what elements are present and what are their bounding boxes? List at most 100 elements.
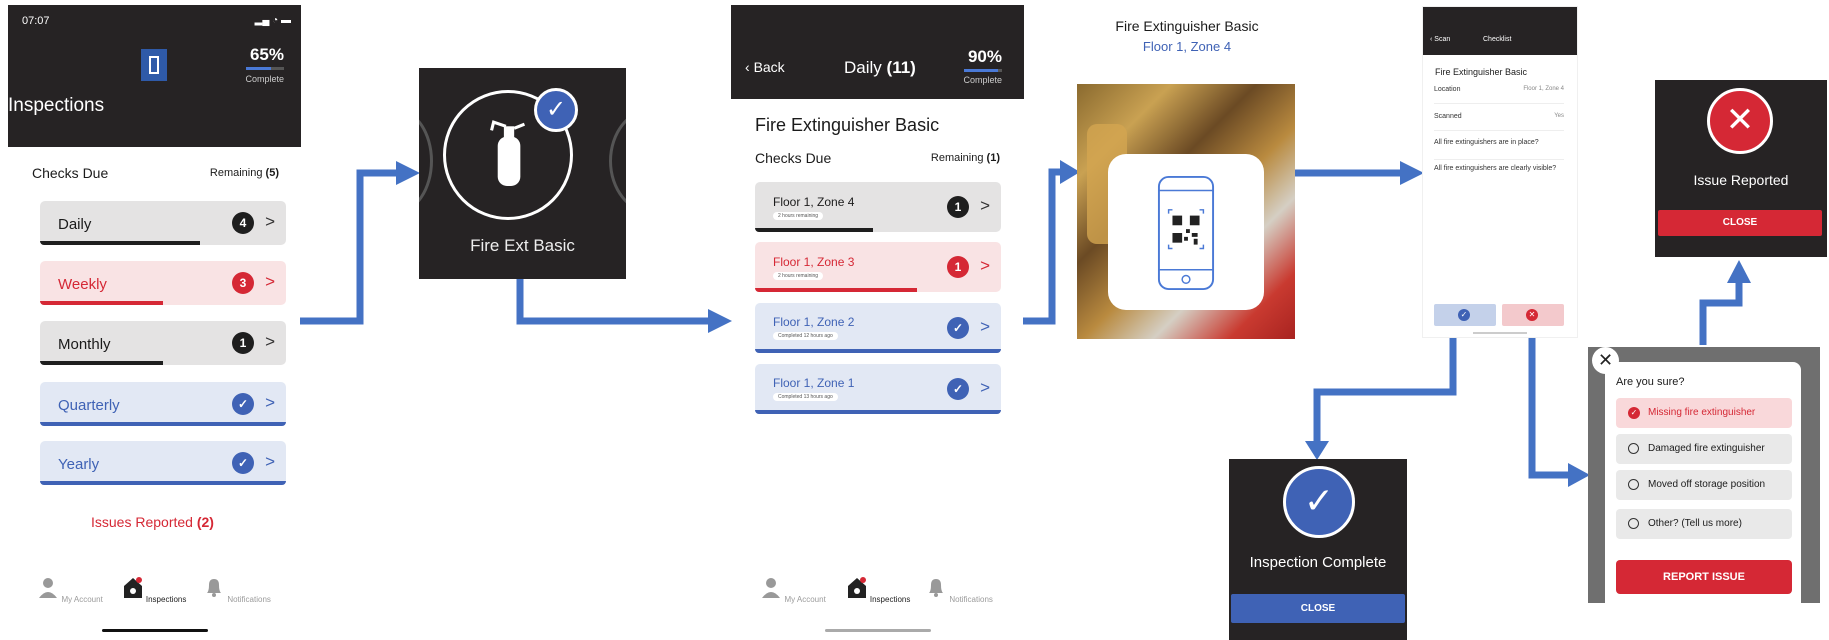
home-indicator — [825, 629, 931, 632]
checklist-title: Fire Extinguisher Basic — [1435, 67, 1528, 77]
progress-bar — [755, 410, 1001, 414]
radio-checked-icon: ✓ — [1628, 407, 1640, 419]
zone-row-3[interactable]: Floor 1, Zone 3 2 hours remaining 1 > — [755, 242, 1001, 292]
chevron-right-icon: > — [980, 256, 990, 275]
radio-icon — [1628, 479, 1639, 490]
checklist-question-1: All fire extinguishers are in place? — [1434, 139, 1564, 160]
sheet-question: Are you sure? — [1616, 376, 1685, 388]
issue-option-moved[interactable]: Moved off storage position — [1616, 470, 1792, 500]
close-button[interactable]: CLOSE — [1231, 594, 1405, 623]
progress-complete-label: Complete — [245, 74, 284, 84]
zone-row-4[interactable]: Floor 1, Zone 4 2 hours remaining 1 > — [755, 182, 1001, 232]
progress-percent: 65% — [249, 45, 284, 64]
pass-button[interactable]: ✓ — [1434, 304, 1496, 326]
progress-bar — [246, 67, 284, 70]
tab-my-account[interactable]: My Account — [758, 576, 828, 604]
check-row-weekly[interactable]: Weekly 3 > — [40, 261, 286, 305]
tab-inspections[interactable]: Inspections — [843, 576, 913, 604]
progress-bar — [755, 228, 874, 232]
next-ring-partial — [609, 108, 626, 214]
progress-bar — [40, 422, 286, 426]
prev-ring-partial — [419, 108, 433, 214]
report-issue-button[interactable]: REPORT ISSUE — [1616, 560, 1792, 594]
page-title: Fire Extinguisher Basic — [755, 115, 940, 135]
screen-fire-ext-card: ✓ Fire Ext Basic — [419, 68, 626, 279]
row-label: Floor 1, Zone 4 — [773, 195, 855, 209]
progress-bar — [755, 288, 918, 292]
check-circle-icon: ✓ — [1283, 466, 1355, 538]
progress-complete-label: Complete — [963, 75, 1002, 85]
check-badge-icon: ✓ — [232, 452, 254, 474]
progress-percent: 90% — [967, 47, 1002, 66]
chevron-right-icon: > — [265, 393, 275, 412]
tab-my-account[interactable]: My Account — [35, 576, 105, 604]
row-subtext: 2 hours remaining — [773, 272, 824, 280]
check-badge-icon: ✓ — [947, 378, 969, 400]
row-label: Yearly — [58, 456, 100, 473]
issue-option-other[interactable]: Other? (Tell us more) — [1616, 509, 1792, 539]
daily-header: ‹ Back Daily (11) 90% Complete — [731, 5, 1024, 99]
close-icon[interactable]: ✕ — [1592, 347, 1619, 374]
page-indicator — [1473, 332, 1527, 334]
card-title: Fire Ext Basic — [470, 236, 575, 255]
inspection-complete-modal: ✓ Inspection Complete CLOSE — [1229, 459, 1407, 640]
row-label: Floor 1, Zone 3 — [773, 255, 855, 269]
back-button[interactable]: ‹ Back — [745, 59, 785, 75]
zone-row-1[interactable]: Floor 1, Zone 1 Completed 13 hours ago ✓… — [755, 364, 1001, 414]
check-badge-icon: ✓ — [947, 317, 969, 339]
check-row-daily[interactable]: Daily 4 > — [40, 201, 286, 245]
row-label: Daily — [58, 216, 92, 233]
radio-icon — [1628, 443, 1639, 454]
header-title: Checklist — [1483, 36, 1512, 43]
status-icons: ▂▄ ◔ ▬ — [254, 15, 291, 26]
issue-option-damaged[interactable]: Damaged fire extinguisher — [1616, 434, 1792, 464]
screen-daily-list: ‹ Back Daily (11) 90% Complete Fire Exti… — [731, 0, 1025, 640]
check-icon: ✓ — [1458, 309, 1470, 321]
chevron-right-icon: > — [265, 452, 275, 471]
modal-title: Inspection Complete — [1249, 554, 1387, 571]
page-title: Inspections — [8, 95, 105, 116]
row-label: Weekly — [58, 276, 107, 293]
question-text: All fire extinguishers are clearly visib… — [1434, 165, 1557, 172]
chevron-right-icon: > — [980, 196, 990, 215]
modal-title: Issue Reported — [1693, 172, 1789, 188]
close-button[interactable]: CLOSE — [1658, 210, 1822, 236]
check-row-quarterly[interactable]: Quarterly ✓ > — [40, 382, 286, 426]
tab-notifications[interactable]: Notifications — [202, 576, 272, 604]
phone-qr-icon — [1157, 175, 1215, 291]
radio-icon — [1628, 518, 1639, 529]
back-button[interactable]: ‹ Scan — [1430, 36, 1450, 43]
option-label: Missing fire extinguisher — [1648, 407, 1756, 418]
progress-bar — [40, 361, 163, 365]
screen-inspections: 07:07 ▂▄ ◔ ▬ 65% Complete Inspections Ch… — [8, 0, 304, 640]
check-row-monthly[interactable]: Monthly 1 > — [40, 321, 286, 365]
row-subtext: 2 hours remaining — [773, 212, 824, 220]
count-badge: 1 — [947, 196, 969, 218]
tab-inspections[interactable]: Inspections — [119, 576, 189, 604]
fire-extinguisher-icon — [490, 120, 526, 186]
checklist-row-scanned: Scanned Yes — [1434, 113, 1564, 131]
checks-due-label: Checks Due — [32, 165, 109, 181]
zone-row-2[interactable]: Floor 1, Zone 2 Completed 12 hours ago ✓… — [755, 303, 1001, 353]
tab-bar: My Account Inspections Notifications — [8, 576, 304, 636]
row-label: Floor 1, Zone 2 — [773, 315, 855, 329]
remaining-label: Remaining (5) — [209, 167, 279, 179]
check-row-yearly[interactable]: Yearly ✓ > — [40, 441, 286, 485]
row-label: Floor 1, Zone 1 — [773, 376, 855, 390]
issue-reported-modal: ✕ Issue Reported CLOSE — [1655, 80, 1827, 257]
option-label: Other? (Tell us more) — [1648, 518, 1742, 529]
checks-due-label: Checks Due — [755, 150, 832, 166]
issues-reported-link[interactable]: Issues Reported (2) — [91, 514, 214, 530]
option-label: Moved off storage position — [1648, 479, 1766, 490]
fail-button[interactable]: ✕ — [1502, 304, 1564, 326]
remaining-label: Remaining (1) — [930, 152, 1000, 164]
scan-title: Fire Extinguisher Basic — [1115, 18, 1259, 34]
count-badge: 1 — [947, 256, 969, 278]
issue-option-missing[interactable]: ✓ Missing fire extinguisher — [1616, 398, 1792, 428]
user-icon — [39, 578, 58, 598]
header-title: Daily (11) — [844, 58, 916, 77]
row-subtext: Completed 13 hours ago — [773, 393, 838, 401]
tab-notifications[interactable]: Notifications — [924, 576, 994, 604]
row-label: Location — [1434, 86, 1461, 93]
bell-icon — [207, 579, 222, 597]
